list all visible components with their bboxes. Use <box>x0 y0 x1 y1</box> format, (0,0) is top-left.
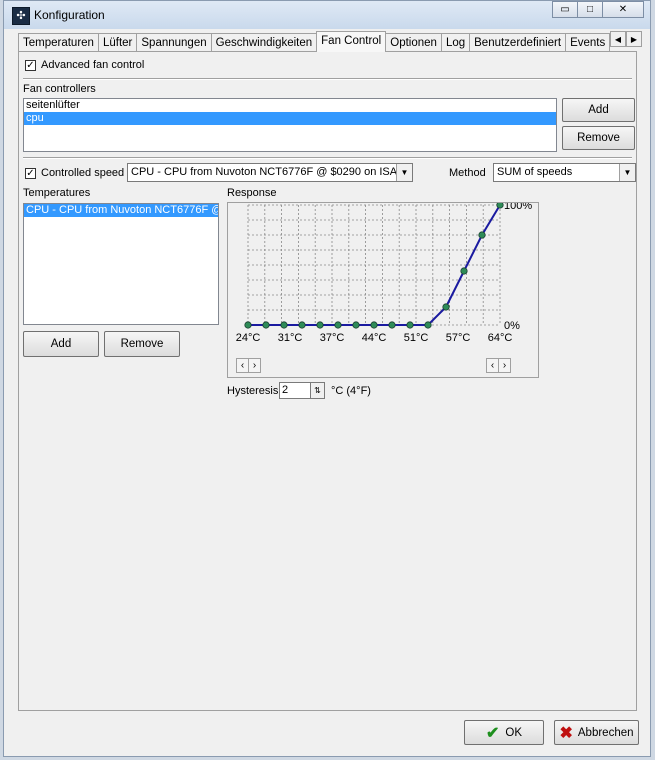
temperatures-list[interactable]: CPU - CPU from Nuvoton NCT6776F @ <box>23 203 219 325</box>
y-label-top: 100% <box>504 203 532 212</box>
controlled-speed-label: Controlled speed <box>41 167 125 179</box>
app-fan-icon: ✣ <box>12 7 30 25</box>
cancel-button[interactable]: ✖ Abbrechen <box>554 720 639 745</box>
method-label: Method <box>449 167 486 179</box>
tab-lüfter[interactable]: Lüfter <box>97 33 138 51</box>
tab-events[interactable]: Events <box>565 33 611 51</box>
ok-label: OK <box>505 726 523 739</box>
x-tick-label: 24°C <box>236 332 261 344</box>
response-point-10 <box>424 321 432 329</box>
fan-controllers-label: Fan controllers <box>23 83 96 95</box>
close-button[interactable]: ✕ <box>602 1 644 18</box>
divider <box>23 78 632 80</box>
response-point-1 <box>262 321 270 329</box>
response-label: Response <box>227 187 277 199</box>
response-point-12 <box>460 267 468 275</box>
checkmark-icon: ✔ <box>485 724 500 742</box>
temperatures-label: Temperatures <box>23 187 91 199</box>
x-tick-label: 44°C <box>362 332 387 344</box>
response-point-14 <box>496 203 504 209</box>
tab-fan-control[interactable]: Fan Control <box>316 31 387 52</box>
dialog-body: Temperaturen Lüfter Spannungen Geschwindigk… <box>12 29 643 749</box>
title-bar[interactable]: ✣ Konfiguration ▭ □ ✕ <box>4 1 650 29</box>
x-tick-label: 57°C <box>446 332 471 344</box>
hysteresis-input[interactable]: 2 <box>279 382 311 399</box>
list-item[interactable]: cpu <box>24 112 556 125</box>
hysteresis-spin-icon[interactable]: ⇅ <box>310 382 325 399</box>
response-point-5 <box>334 321 342 329</box>
x-tick-label: 64°C <box>488 332 513 344</box>
tab-spannungen[interactable]: Spannungen <box>136 33 212 51</box>
hysteresis-label: Hysteresis <box>227 385 279 397</box>
response-chart-svg: 100% 0% 24°C 31°C 37°C 44°C 51°C 57°C 64°C <box>236 203 532 344</box>
list-item[interactable]: CPU - CPU from Nuvoton NCT6776F @ <box>24 204 218 217</box>
chevron-down-icon: ▼ <box>619 164 635 181</box>
response-chart[interactable]: 100% 0% 24°C 31°C 37°C 44°C 51°C 57°C 64°C ‹ › ‹… <box>227 202 539 378</box>
remove-temperature-button[interactable]: Remove <box>104 331 180 357</box>
add-temperature-button[interactable]: Add <box>23 331 99 357</box>
y-label-bottom: 0% <box>504 320 520 332</box>
response-point-4 <box>316 321 324 329</box>
scroll-right-icon[interactable]: › <box>498 358 511 373</box>
tab-optionen[interactable]: Optionen <box>385 33 442 51</box>
scroll-right-icon[interactable]: › <box>248 358 261 373</box>
x-tick-label: 51°C <box>404 332 429 344</box>
response-point-3 <box>298 321 306 329</box>
fan-control-panel: ✓ Advanced fan control Fan controllers s… <box>18 51 637 711</box>
list-item[interactable]: seitenlüfter <box>24 99 556 112</box>
divider <box>23 157 632 159</box>
hysteresis-unit: °C (4°F) <box>331 385 371 397</box>
cancel-label: Abbrechen <box>577 726 634 739</box>
remove-fan-controller-button[interactable]: Remove <box>562 126 635 150</box>
tab-temperaturen[interactable]: Temperaturen <box>18 33 99 51</box>
tab-log[interactable]: Log <box>440 33 471 51</box>
response-point-8 <box>388 321 396 329</box>
response-point-11 <box>442 303 450 311</box>
tab-strip: Temperaturen Lüfter Spannungen Geschwindigk… <box>18 31 611 52</box>
add-fan-controller-button[interactable]: Add <box>562 98 635 122</box>
response-point-9 <box>406 321 414 329</box>
maximize-button[interactable]: □ <box>577 1 603 18</box>
speed-source-value: CPU - CPU from Nuvoton NCT6776F @ $0290 … <box>131 166 398 178</box>
cancel-x-icon: ✖ <box>559 724 573 742</box>
tab-benutzerdefiniert[interactable]: Benutzerdefiniert <box>469 33 567 51</box>
ok-button[interactable]: ✔ OK <box>464 720 544 745</box>
tab-scroll-left-icon[interactable]: ◀ <box>610 31 626 47</box>
advanced-fan-control-checkbox[interactable]: ✓ <box>25 60 36 71</box>
tab-scroll-right-icon[interactable]: ▶ <box>626 31 642 47</box>
config-window: ✣ Konfiguration ▭ □ ✕ Temperaturen Lüfter… <box>3 0 651 757</box>
fan-controllers-list[interactable]: seitenlüfter cpu <box>23 98 557 152</box>
response-point-7 <box>370 321 378 329</box>
tab-geschwindigkeiten[interactable]: Geschwindigkeiten <box>210 33 318 51</box>
x-tick-label: 31°C <box>278 332 303 344</box>
response-point-6 <box>352 321 360 329</box>
minimize-button[interactable]: ▭ <box>552 1 578 18</box>
speed-source-select[interactable]: CPU - CPU from Nuvoton NCT6776F @ $0290 … <box>127 163 413 182</box>
response-point-13 <box>478 231 486 239</box>
advanced-fan-control-label: Advanced fan control <box>41 59 145 71</box>
method-select[interactable]: SUM of speeds ▼ <box>493 163 636 182</box>
response-point-0 <box>244 321 252 329</box>
controlled-speed-checkbox[interactable]: ✓ <box>25 168 36 179</box>
method-value: SUM of speeds <box>497 166 573 178</box>
chevron-down-icon: ▼ <box>396 164 412 181</box>
window-title: Konfiguration <box>34 8 105 22</box>
x-tick-label: 37°C <box>320 332 345 344</box>
response-point-2 <box>280 321 288 329</box>
